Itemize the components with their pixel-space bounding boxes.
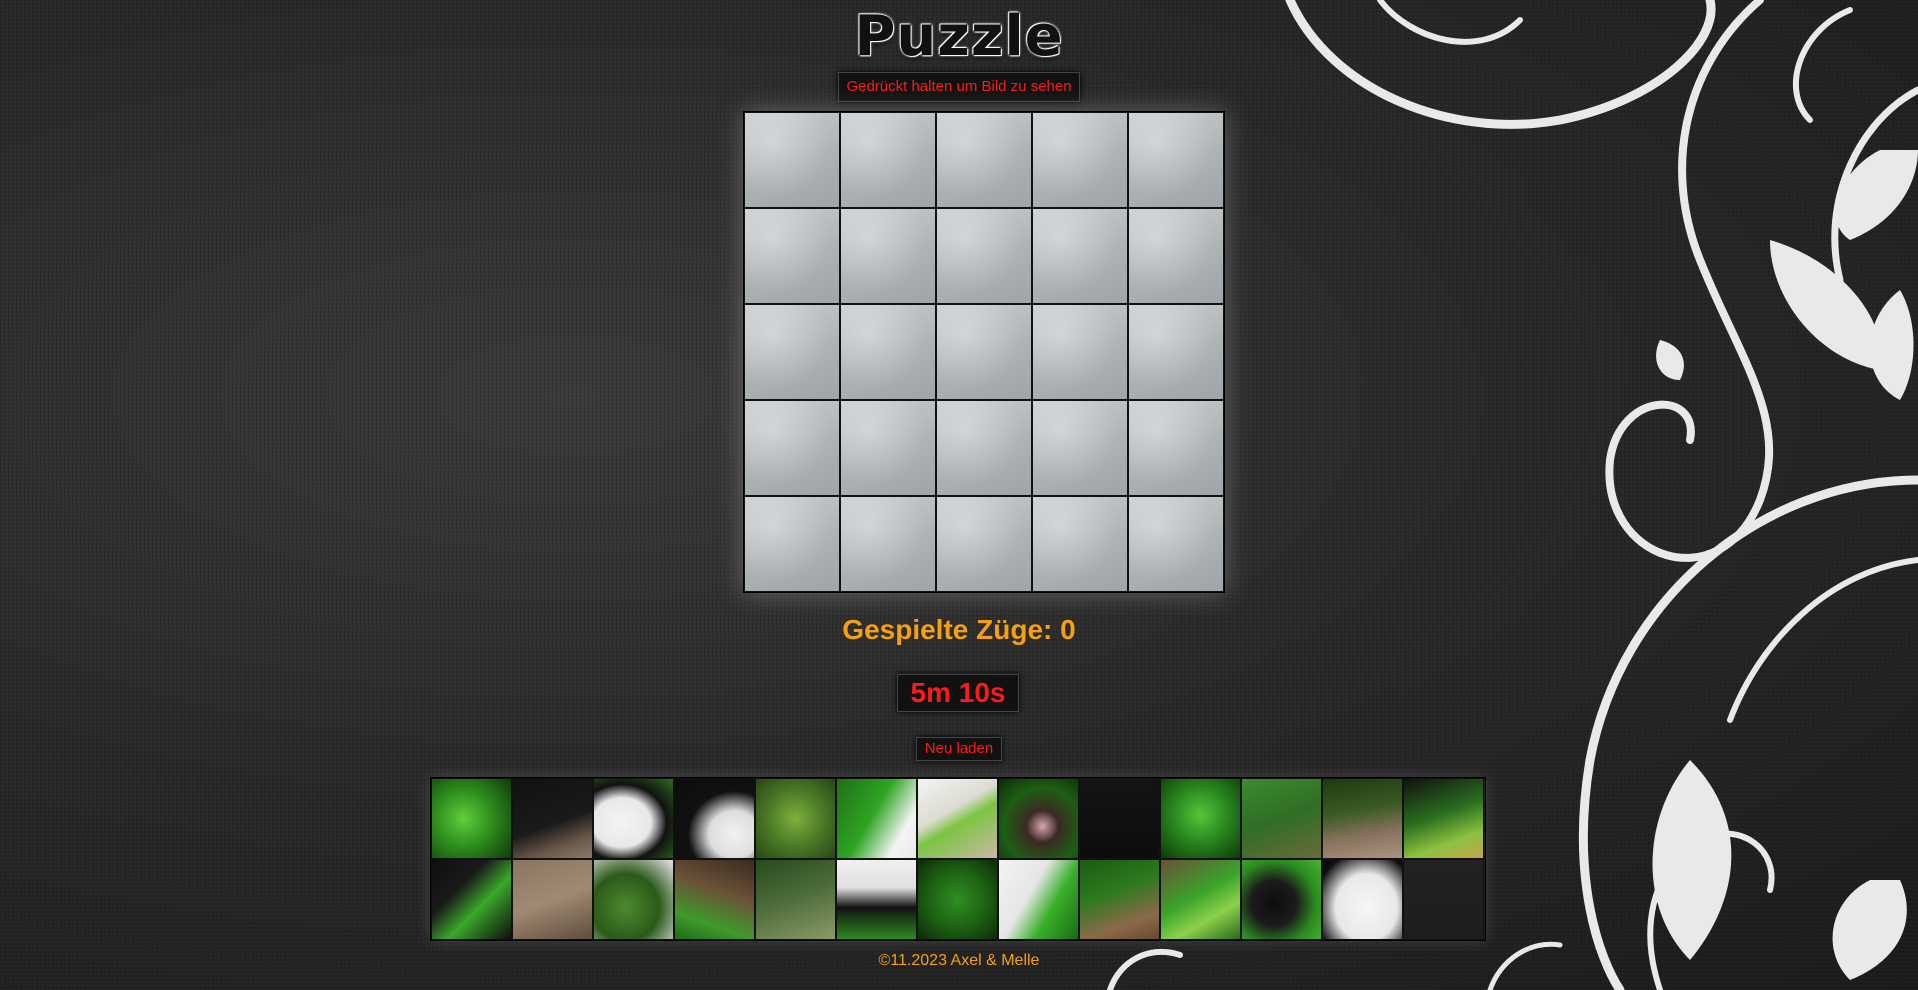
puzzle-piece[interactable] [1403, 778, 1484, 859]
board-slot[interactable] [1032, 496, 1128, 592]
page-title: Puzzle [854, 4, 1064, 69]
board-slot[interactable] [840, 400, 936, 496]
puzzle-piece[interactable] [1403, 859, 1484, 940]
board-slot[interactable] [936, 112, 1032, 208]
puzzle-piece[interactable] [1322, 859, 1403, 940]
puzzle-piece[interactable] [512, 778, 593, 859]
puzzle-piece[interactable] [836, 778, 917, 859]
puzzle-piece[interactable] [755, 859, 836, 940]
board-slot[interactable] [744, 400, 840, 496]
reload-button[interactable]: Neu laden [916, 737, 1002, 761]
puzzle-board [743, 111, 1225, 593]
puzzle-piece[interactable] [593, 859, 674, 940]
board-slot[interactable] [936, 400, 1032, 496]
board-slot[interactable] [1128, 496, 1224, 592]
puzzle-piece[interactable] [431, 859, 512, 940]
board-slot[interactable] [1032, 304, 1128, 400]
board-slot[interactable] [936, 304, 1032, 400]
puzzle-piece[interactable] [1079, 859, 1160, 940]
board-slot[interactable] [1128, 304, 1224, 400]
puzzle-piece[interactable] [1160, 778, 1241, 859]
puzzle-piece[interactable] [755, 778, 836, 859]
board-slot[interactable] [840, 304, 936, 400]
puzzle-piece[interactable] [593, 778, 674, 859]
puzzle-piece[interactable] [1241, 859, 1322, 940]
puzzle-piece[interactable] [917, 859, 998, 940]
hold-to-preview-button[interactable]: Gedrückt halten um Bild zu sehen [838, 72, 1080, 102]
board-slot[interactable] [1032, 400, 1128, 496]
puzzle-piece[interactable] [1160, 859, 1241, 940]
board-slot[interactable] [1128, 112, 1224, 208]
board-slot[interactable] [840, 208, 936, 304]
board-slot[interactable] [1032, 112, 1128, 208]
puzzle-piece[interactable] [1322, 778, 1403, 859]
board-slot[interactable] [744, 496, 840, 592]
board-slot[interactable] [744, 112, 840, 208]
footer-copyright: ©11.2023 Axel & Melle [878, 952, 1040, 969]
board-slot[interactable] [1128, 400, 1224, 496]
board-slot[interactable] [936, 208, 1032, 304]
timer-display: 5m 10s [897, 674, 1019, 712]
board-slot[interactable] [936, 496, 1032, 592]
puzzle-piece[interactable] [431, 778, 512, 859]
puzzle-piece[interactable] [1241, 778, 1322, 859]
board-slot[interactable] [744, 304, 840, 400]
puzzle-piece[interactable] [1079, 778, 1160, 859]
board-slot[interactable] [1128, 208, 1224, 304]
board-slot[interactable] [840, 496, 936, 592]
puzzle-piece[interactable] [998, 859, 1079, 940]
board-slot[interactable] [840, 112, 936, 208]
puzzle-piece[interactable] [998, 778, 1079, 859]
puzzle-piece[interactable] [917, 778, 998, 859]
puzzle-piece[interactable] [512, 859, 593, 940]
board-slot[interactable] [744, 208, 840, 304]
board-slot[interactable] [1032, 208, 1128, 304]
puzzle-piece[interactable] [674, 778, 755, 859]
piece-tray [430, 777, 1486, 941]
puzzle-piece[interactable] [836, 859, 917, 940]
moves-counter: Gespielte Züge: 0 [842, 614, 1076, 645]
puzzle-piece[interactable] [674, 859, 755, 940]
